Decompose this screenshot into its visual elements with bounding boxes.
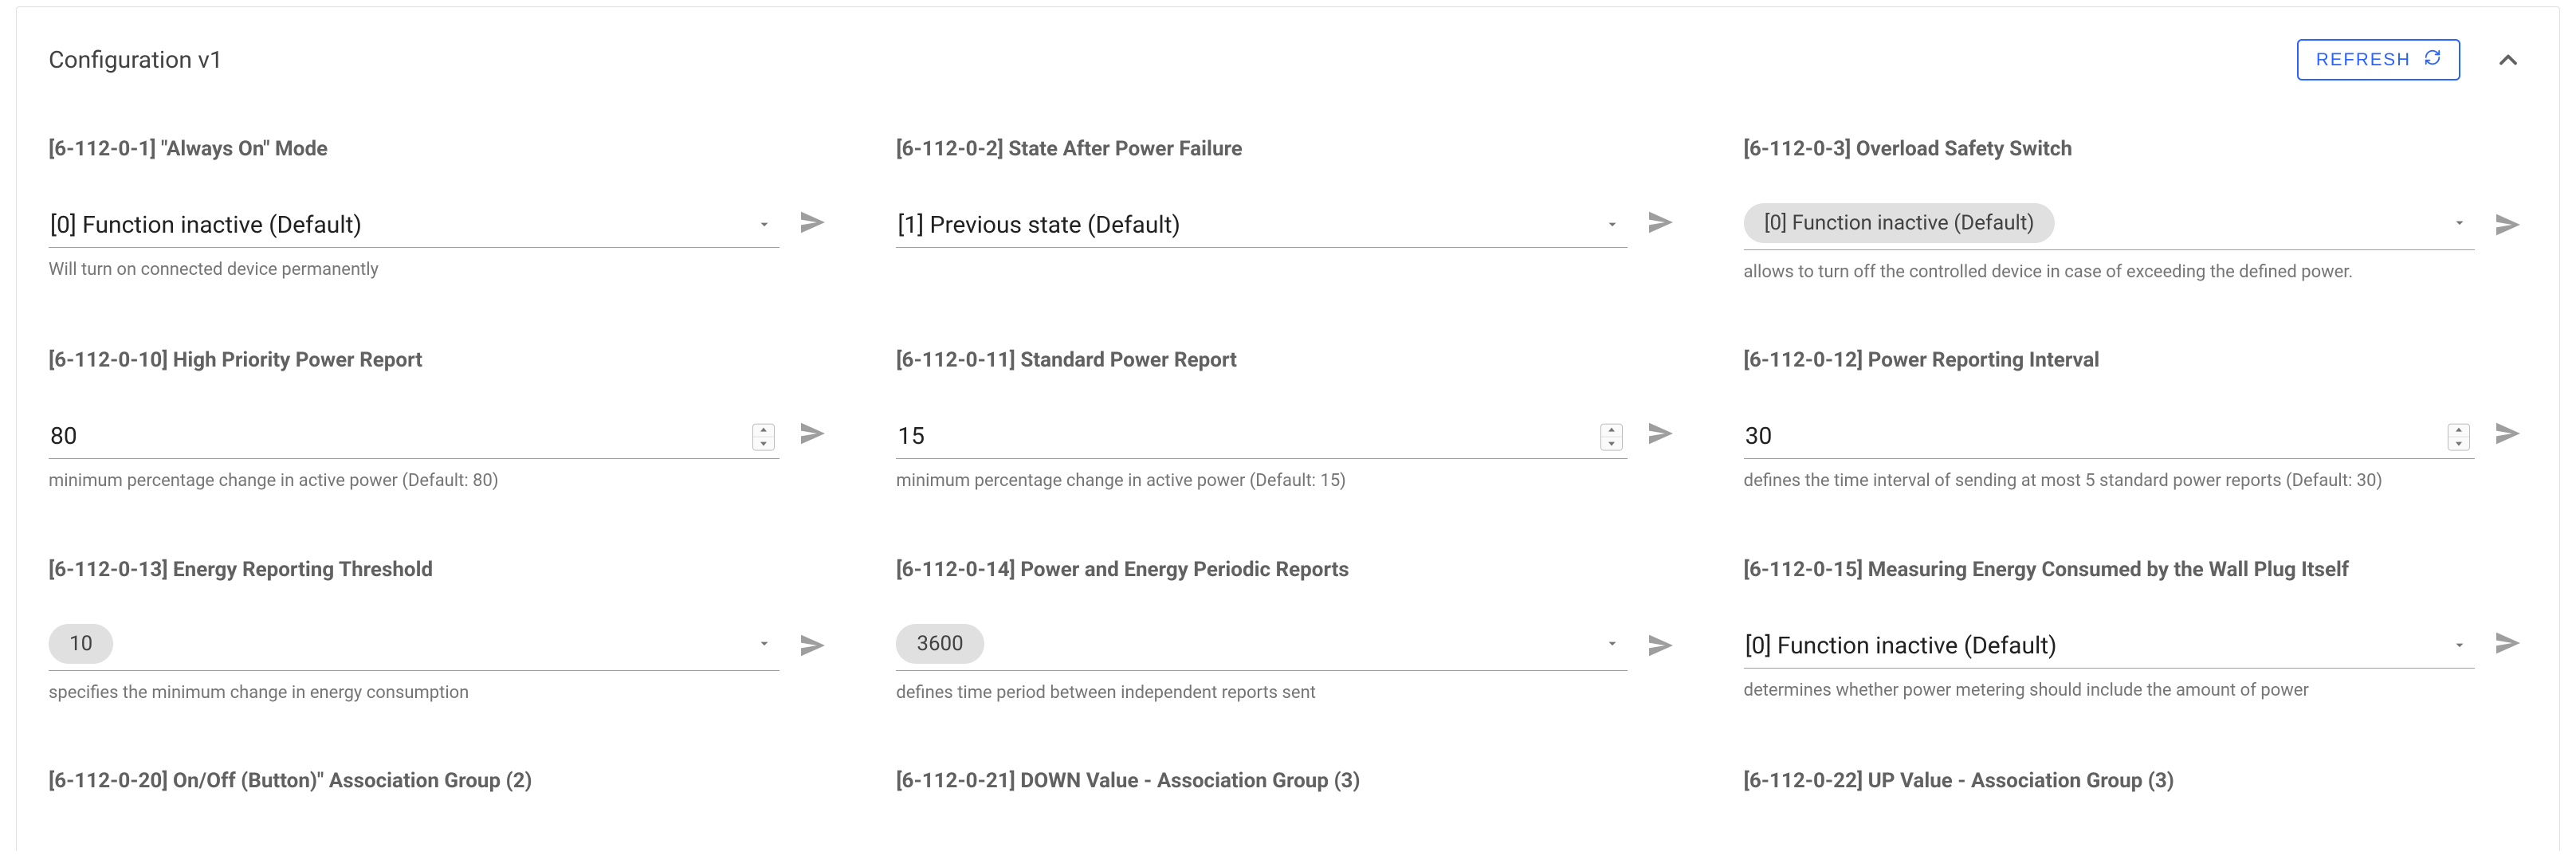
helper-text: Will turn on connected device permanentl… — [49, 259, 832, 282]
param-label: [6-112-0-20] On/Off (Button)" Associatio… — [49, 768, 832, 795]
card-actions: REFRESH — [2297, 39, 2527, 80]
field-row: 15 — [896, 414, 1679, 459]
select-field[interactable]: [0] Function inactive (Default) — [49, 210, 779, 248]
field-value[interactable]: [0] Function inactive (Default) — [1744, 630, 2475, 661]
value-chip[interactable]: 10 — [49, 624, 113, 664]
select-field[interactable]: [0] Function inactive (Default) — [1744, 630, 2475, 669]
field-value[interactable]: 80 — [49, 421, 779, 452]
param-measuring-energy-self: [6-112-0-15] Measuring Energy Consumed b… — [1744, 557, 2527, 704]
select-field[interactable]: [0] Function inactive (Default) — [1744, 203, 2475, 250]
spinner-up-icon[interactable] — [2448, 424, 2469, 437]
send-button[interactable] — [794, 626, 832, 668]
send-icon — [1645, 630, 1677, 665]
refresh-label: REFRESH — [2316, 49, 2411, 70]
param-state-after-power-failure: [6-112-0-2] State After Power Failure [1]… — [896, 136, 1679, 284]
number-field[interactable]: 30 — [1744, 421, 2475, 459]
spinner-down-icon[interactable] — [753, 437, 774, 450]
refresh-button[interactable]: REFRESH — [2297, 39, 2460, 80]
send-icon — [2492, 209, 2524, 244]
param-standard-power-report: [6-112-0-11] Standard Power Report 15 mini… — [896, 347, 1679, 492]
number-spinner[interactable] — [752, 423, 775, 450]
helper-text: allows to turn off the controlled device… — [1744, 261, 2527, 284]
collapse-button[interactable] — [2489, 41, 2527, 79]
send-button[interactable] — [2489, 206, 2527, 247]
param-label: [6-112-0-15] Measuring Energy Consumed b… — [1744, 557, 2527, 584]
send-icon — [797, 206, 829, 241]
field-row: 3600 — [896, 624, 1679, 671]
select-field[interactable]: [1] Previous state (Default) — [896, 210, 1627, 248]
field-value[interactable]: 30 — [1744, 421, 2475, 452]
field-row: 10 — [49, 624, 832, 671]
send-icon — [2492, 627, 2524, 662]
helper-text: minimum percentage change in active powe… — [49, 470, 832, 493]
number-spinner[interactable] — [2448, 423, 2470, 450]
send-button[interactable] — [1642, 626, 1680, 668]
chevron-down-icon — [756, 634, 773, 655]
param-label: [6-112-0-22] UP Value - Association Grou… — [1744, 768, 2527, 795]
param-label: [6-112-0-1] "Always On" Mode — [49, 136, 832, 163]
params-grid: [6-112-0-1] "Always On" Mode [0] Function… — [49, 136, 2527, 835]
param-label: [6-112-0-12] Power Reporting Interval — [1744, 347, 2527, 375]
param-down-value-assoc-group-3: [6-112-0-21] DOWN Value - Association Gr… — [896, 768, 1679, 835]
param-up-value-assoc-group-3: [6-112-0-22] UP Value - Association Grou… — [1744, 768, 2527, 835]
spinner-down-icon[interactable] — [1601, 437, 1622, 450]
helper-text: minimum percentage change in active powe… — [896, 470, 1679, 493]
select-field[interactable]: 10 — [49, 624, 779, 671]
field-row: 80 — [49, 414, 832, 459]
param-label: [6-112-0-13] Energy Reporting Threshold — [49, 557, 832, 584]
send-button[interactable] — [2489, 624, 2527, 665]
card-header: Configuration v1 REFRESH — [49, 39, 2527, 80]
number-field[interactable]: 80 — [49, 421, 779, 459]
send-icon — [797, 630, 829, 665]
field-row: [1] Previous state (Default) — [896, 203, 1679, 248]
param-high-priority-power-report: [6-112-0-10] High Priority Power Report 8… — [49, 347, 832, 492]
chevron-up-icon — [2494, 45, 2523, 74]
param-label: [6-112-0-14] Power and Energy Periodic R… — [896, 557, 1679, 584]
param-label: [6-112-0-21] DOWN Value - Association Gr… — [896, 768, 1679, 795]
send-icon — [797, 418, 829, 453]
send-button[interactable] — [1642, 203, 1680, 245]
send-icon — [1645, 418, 1677, 453]
param-energy-reporting-threshold: [6-112-0-13] Energy Reporting Threshold 1… — [49, 557, 832, 704]
helper-text: defines the time interval of sending at … — [1744, 470, 2527, 493]
param-power-energy-periodic-reports: [6-112-0-14] Power and Energy Periodic R… — [896, 557, 1679, 704]
send-button[interactable] — [794, 414, 832, 456]
helper-text: specifies the minimum change in energy c… — [49, 682, 832, 705]
param-power-reporting-interval: [6-112-0-12] Power Reporting Interval 30 d… — [1744, 347, 2527, 492]
param-overload-safety-switch: [6-112-0-3] Overload Safety Switch [0] Fu… — [1744, 136, 2527, 284]
send-icon — [1645, 206, 1677, 241]
field-row: [0] Function inactive (Default) — [1744, 624, 2527, 669]
send-icon — [2492, 418, 2524, 453]
field-value[interactable]: [1] Previous state (Default) — [896, 210, 1627, 241]
spinner-up-icon[interactable] — [1601, 424, 1622, 437]
param-always-on-mode: [6-112-0-1] "Always On" Mode [0] Function… — [49, 136, 832, 284]
configuration-card: Configuration v1 REFRESH [6-112-0-1] "Al… — [16, 6, 2560, 851]
field-row: [0] Function inactive (Default) — [1744, 203, 2527, 250]
select-field[interactable]: 3600 — [896, 624, 1627, 671]
refresh-icon — [2424, 49, 2441, 71]
card-title: Configuration v1 — [49, 46, 223, 74]
chevron-down-icon — [1604, 634, 1621, 655]
value-chip[interactable]: 3600 — [896, 624, 984, 664]
param-label: [6-112-0-11] Standard Power Report — [896, 347, 1679, 375]
number-spinner[interactable] — [1600, 423, 1623, 450]
spinner-up-icon[interactable] — [753, 424, 774, 437]
param-onoff-button-assoc-group-2: [6-112-0-20] On/Off (Button)" Associatio… — [49, 768, 832, 835]
number-field[interactable]: 15 — [896, 421, 1627, 459]
param-label: [6-112-0-10] High Priority Power Report — [49, 347, 832, 375]
send-button[interactable] — [794, 203, 832, 245]
send-button[interactable] — [2489, 414, 2527, 456]
param-label: [6-112-0-2] State After Power Failure — [896, 136, 1679, 163]
helper-text: defines time period between independent … — [896, 682, 1679, 705]
field-value[interactable]: 15 — [896, 421, 1627, 452]
chevron-down-icon — [2451, 214, 2468, 234]
field-value[interactable]: [0] Function inactive (Default) — [49, 210, 779, 241]
param-label: [6-112-0-3] Overload Safety Switch — [1744, 136, 2527, 163]
send-button[interactable] — [1642, 414, 1680, 456]
helper-text: determines whether power metering should… — [1744, 680, 2527, 703]
field-row: [0] Function inactive (Default) — [49, 203, 832, 248]
field-row: 30 — [1744, 414, 2527, 459]
value-chip[interactable]: [0] Function inactive (Default) — [1744, 203, 2056, 243]
spinner-down-icon[interactable] — [2448, 437, 2469, 450]
